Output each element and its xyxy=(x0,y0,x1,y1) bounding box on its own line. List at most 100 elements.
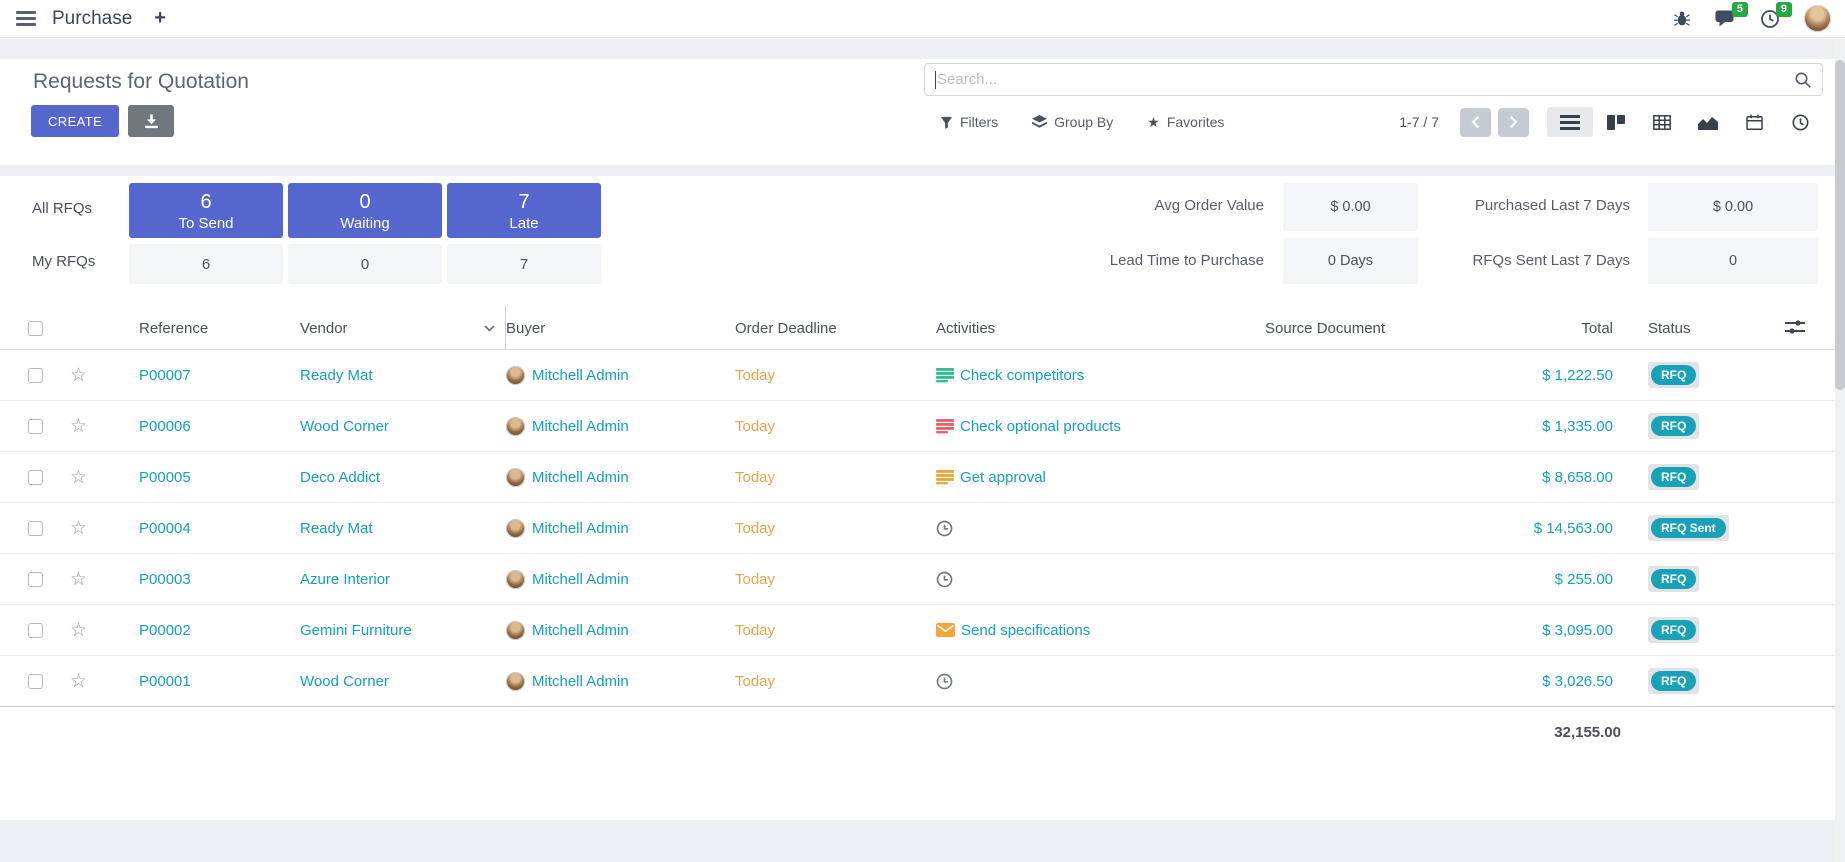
new-tab-plus-icon[interactable]: + xyxy=(154,7,166,30)
buyer-link[interactable]: Mitchell Admin xyxy=(532,622,629,639)
favorite-star-icon[interactable]: ☆ xyxy=(70,621,87,640)
search-icon[interactable] xyxy=(1794,71,1812,89)
view-graph-icon[interactable] xyxy=(1685,107,1731,137)
user-avatar[interactable] xyxy=(1804,5,1831,32)
list-red-icon[interactable] xyxy=(936,419,954,434)
list-yellow-icon[interactable] xyxy=(936,470,954,485)
apps-menu-icon[interactable] xyxy=(14,7,38,30)
my-rfqs-filter[interactable]: My RFQs xyxy=(32,253,95,270)
reference-link[interactable]: P00002 xyxy=(112,622,300,639)
table-row[interactable]: ☆ P00005 Deco Addict Mitchell Admin Toda… xyxy=(0,452,1835,503)
export-download-icon[interactable] xyxy=(128,105,174,137)
header-status[interactable]: Status xyxy=(1621,320,1811,337)
card-my-to-send[interactable]: 6 xyxy=(129,244,283,284)
scrollbar-thumb[interactable] xyxy=(1835,60,1845,390)
favorite-star-icon[interactable]: ☆ xyxy=(70,366,87,385)
pager-next-button[interactable] xyxy=(1498,108,1529,137)
activity-cell[interactable]: Get approval xyxy=(936,469,1265,486)
header-total[interactable]: Total xyxy=(1509,320,1621,337)
vendor-link[interactable]: Deco Addict xyxy=(300,469,506,486)
reference-link[interactable]: P00006 xyxy=(112,418,300,435)
reference-link[interactable]: P00005 xyxy=(112,469,300,486)
row-checkbox[interactable] xyxy=(28,623,43,638)
reference-link[interactable]: P00003 xyxy=(112,571,300,588)
favorites-button[interactable]: ★ Favorites xyxy=(1147,114,1224,131)
table-row[interactable]: ☆ P00004 Ready Mat Mitchell Admin Today … xyxy=(0,503,1835,554)
activity-label[interactable]: Send specifications xyxy=(961,622,1090,639)
activity-label[interactable]: Get approval xyxy=(960,469,1046,486)
activity-cell[interactable] xyxy=(936,571,1265,588)
table-row[interactable]: ☆ P00006 Wood Corner Mitchell Admin Toda… xyxy=(0,401,1835,452)
header-reference[interactable]: Reference xyxy=(112,320,300,337)
table-row[interactable]: ☆ P00007 Ready Mat Mitchell Admin Today … xyxy=(0,350,1835,401)
clock-icon[interactable] xyxy=(936,571,953,588)
card-my-waiting[interactable]: 0 xyxy=(288,244,442,284)
vendor-link[interactable]: Gemini Furniture xyxy=(300,622,506,639)
create-button[interactable]: CREATE xyxy=(31,105,119,137)
row-checkbox[interactable] xyxy=(28,419,43,434)
table-row[interactable]: ☆ P00002 Gemini Furniture Mitchell Admin… xyxy=(0,605,1835,656)
row-checkbox[interactable] xyxy=(28,521,43,536)
buyer-link[interactable]: Mitchell Admin xyxy=(532,520,629,537)
card-waiting[interactable]: 0 Waiting xyxy=(288,183,442,238)
mail-icon[interactable] xyxy=(936,623,955,637)
view-kanban-icon[interactable] xyxy=(1593,107,1639,137)
search-box[interactable] xyxy=(924,63,1823,96)
clock-icon[interactable] xyxy=(936,520,953,537)
vendor-link[interactable]: Ready Mat xyxy=(300,520,506,537)
activity-cell[interactable]: Check competitors xyxy=(936,367,1265,384)
header-activities[interactable]: Activities xyxy=(936,320,1265,337)
activity-label[interactable]: Check competitors xyxy=(960,367,1084,384)
card-late[interactable]: 7 Late xyxy=(447,183,601,238)
reference-link[interactable]: P00007 xyxy=(112,367,300,384)
view-list-icon[interactable] xyxy=(1547,107,1593,137)
all-rfqs-filter[interactable]: All RFQs xyxy=(32,200,92,217)
vertical-scrollbar[interactable] xyxy=(1835,38,1845,862)
vendor-link[interactable]: Ready Mat xyxy=(300,367,506,384)
favorite-star-icon[interactable]: ☆ xyxy=(70,417,87,436)
search-input[interactable] xyxy=(937,71,1794,88)
buyer-link[interactable]: Mitchell Admin xyxy=(532,469,629,486)
activity-cell[interactable]: Check optional products xyxy=(936,418,1265,435)
clock-icon[interactable] xyxy=(936,673,953,690)
activity-cell[interactable]: Send specifications xyxy=(936,622,1265,639)
buyer-link[interactable]: Mitchell Admin xyxy=(532,571,629,588)
view-pivot-icon[interactable] xyxy=(1639,107,1685,137)
header-source-document[interactable]: Source Document xyxy=(1265,320,1509,337)
header-order-deadline[interactable]: Order Deadline xyxy=(730,320,936,337)
row-checkbox[interactable] xyxy=(28,674,43,689)
table-row[interactable]: ☆ P00001 Wood Corner Mitchell Admin Toda… xyxy=(0,656,1835,707)
card-to-send[interactable]: 6 To Send xyxy=(129,183,283,238)
activity-cell[interactable] xyxy=(936,520,1265,537)
row-checkbox[interactable] xyxy=(28,368,43,383)
filters-button[interactable]: Filters xyxy=(940,114,998,130)
view-calendar-icon[interactable] xyxy=(1731,107,1777,137)
header-buyer[interactable]: Buyer xyxy=(506,320,730,337)
pager-previous-button[interactable] xyxy=(1460,108,1491,137)
favorite-star-icon[interactable]: ☆ xyxy=(70,672,87,691)
card-my-late[interactable]: 7 xyxy=(447,244,601,284)
app-title[interactable]: Purchase xyxy=(52,8,132,30)
vendor-link[interactable]: Azure Interior xyxy=(300,571,506,588)
buyer-link[interactable]: Mitchell Admin xyxy=(532,367,629,384)
favorite-star-icon[interactable]: ☆ xyxy=(70,570,87,589)
buyer-link[interactable]: Mitchell Admin xyxy=(532,673,629,690)
row-checkbox[interactable] xyxy=(28,572,43,587)
table-row[interactable]: ☆ P00003 Azure Interior Mitchell Admin T… xyxy=(0,554,1835,605)
reference-link[interactable]: P00001 xyxy=(112,673,300,690)
vendor-link[interactable]: Wood Corner xyxy=(300,418,506,435)
list-green-icon[interactable] xyxy=(936,368,954,383)
group-by-button[interactable]: Group By xyxy=(1032,114,1113,130)
optional-columns-icon[interactable] xyxy=(1785,319,1805,335)
favorite-star-icon[interactable]: ☆ xyxy=(70,468,87,487)
messages-icon[interactable]: 5 xyxy=(1715,9,1736,28)
vendor-link[interactable]: Wood Corner xyxy=(300,673,506,690)
row-checkbox[interactable] xyxy=(28,470,43,485)
select-all-checkbox[interactable] xyxy=(28,321,43,336)
favorite-star-icon[interactable]: ☆ xyxy=(70,519,87,538)
header-vendor[interactable]: Vendor xyxy=(300,306,506,350)
buyer-link[interactable]: Mitchell Admin xyxy=(532,418,629,435)
activity-cell[interactable] xyxy=(936,673,1265,690)
debug-bug-icon[interactable] xyxy=(1673,10,1691,27)
activity-label[interactable]: Check optional products xyxy=(960,418,1121,435)
